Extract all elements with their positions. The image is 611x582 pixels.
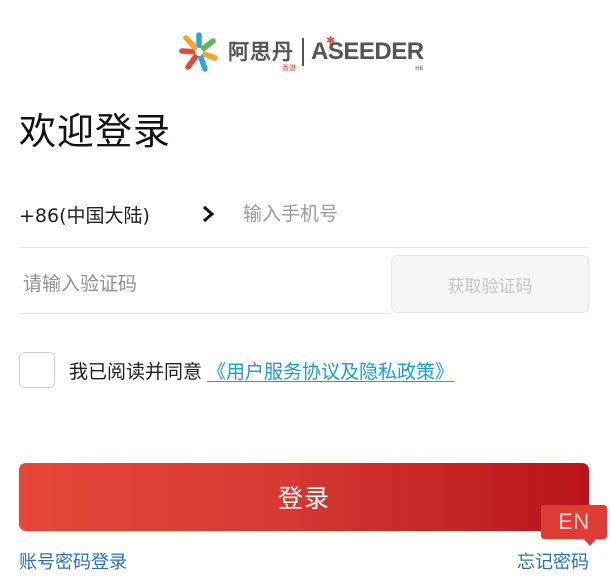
- logo-chinese-name: 阿思丹 香港: [228, 40, 296, 72]
- password-login-link[interactable]: 账号密码登录: [19, 551, 127, 575]
- language-badge-tail: [583, 538, 597, 546]
- language-switch-button[interactable]: EN: [541, 505, 607, 539]
- aseeder-starburst-icon: [179, 32, 218, 72]
- login-page: 阿思丹 香港 ASEEDER ✱ HK 欢迎登录 +86(中国大陆) 获取验证码…: [0, 0, 611, 582]
- logo-divider: [302, 38, 304, 66]
- logo-region-en: HK: [415, 66, 424, 72]
- logo-en-rest: SEEDER: [327, 38, 424, 65]
- logo-region-cn: 香港: [282, 64, 296, 72]
- forgot-password-link[interactable]: 忘记密码: [517, 551, 589, 575]
- phone-input[interactable]: [243, 195, 583, 233]
- logo-cn-text: 阿思丹: [228, 40, 294, 64]
- get-code-button[interactable]: 获取验证码: [391, 255, 589, 313]
- phone-row: +86(中国大陆): [19, 181, 589, 248]
- agreement-link[interactable]: 《用户服务协议及隐私政策》: [207, 357, 454, 384]
- logo-star-icon: ✱: [326, 34, 336, 47]
- page-title: 欢迎登录: [19, 110, 171, 153]
- agreement-row: 我已阅读并同意 《用户服务协议及隐私政策》: [19, 352, 454, 388]
- agreement-text: 我已阅读并同意: [69, 360, 203, 383]
- verification-code-input[interactable]: [23, 265, 383, 303]
- code-row: [19, 254, 391, 314]
- logo-english-name: ASEEDER ✱ HK: [311, 34, 424, 72]
- brand-logo: 阿思丹 香港 ASEEDER ✱ HK: [178, 30, 430, 74]
- country-code-selector[interactable]: +86(中国大陆): [19, 181, 150, 247]
- chevron-right-icon[interactable]: [200, 202, 216, 226]
- agreement-checkbox[interactable]: [19, 352, 55, 388]
- login-button[interactable]: 登录: [19, 463, 589, 531]
